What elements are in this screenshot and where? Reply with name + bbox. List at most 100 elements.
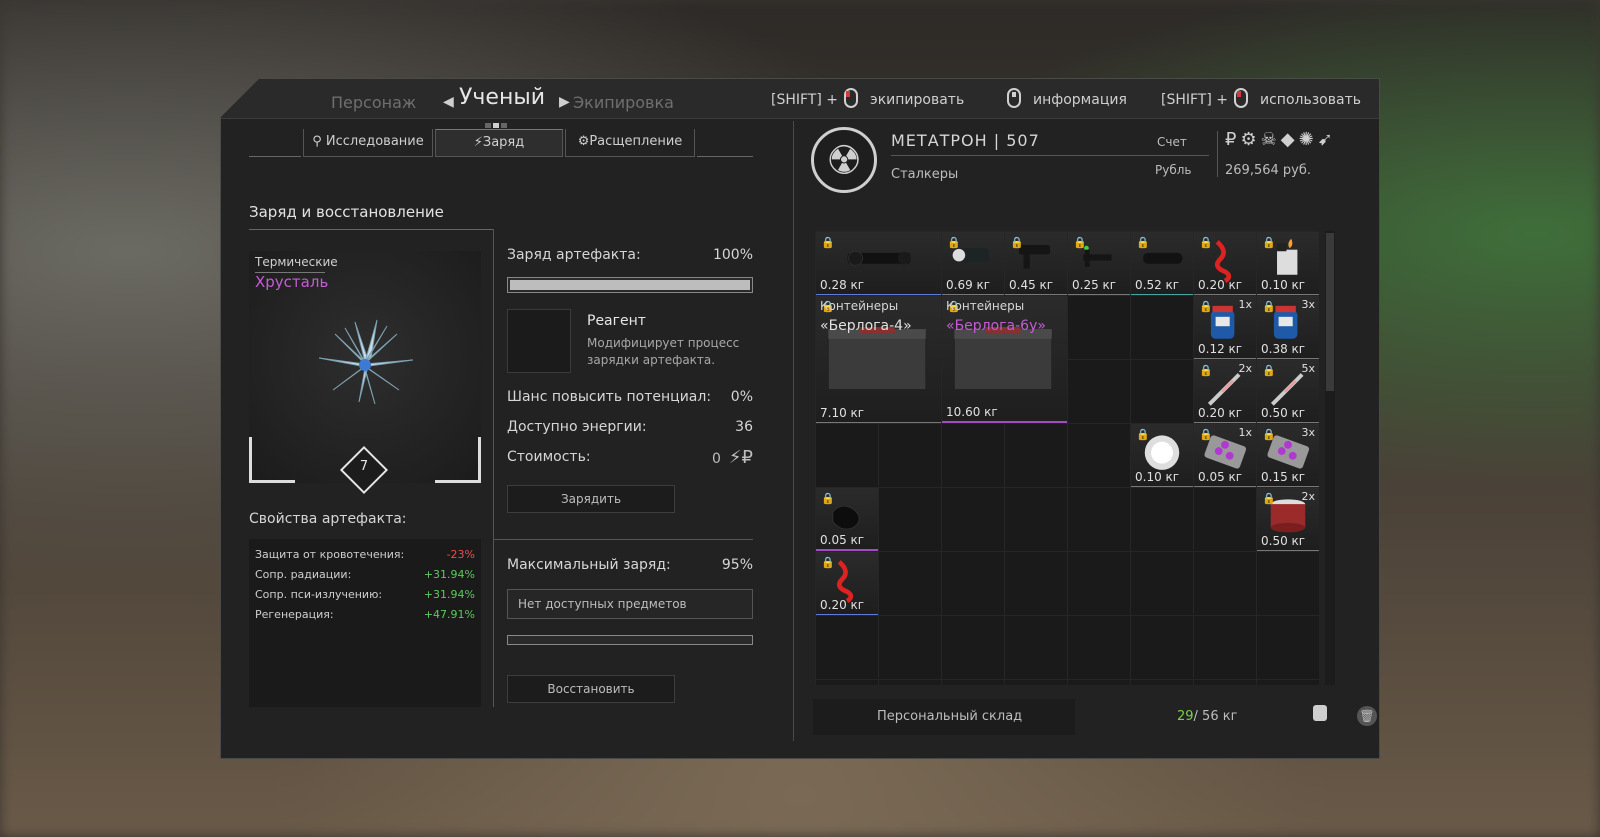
inventory-cell[interactable] [942,680,1004,685]
nav-next-link[interactable]: Экипировка [573,93,674,112]
inventory-item[interactable]: 🔒 0.10 кг [1257,232,1319,295]
artifact-slot[interactable]: Термические Хрусталь 7 [249,251,481,495]
nav-left-arrow-icon[interactable]: ◀ [443,94,454,110]
inventory-cell[interactable] [1257,616,1319,679]
scroll-thumb[interactable] [1326,233,1334,391]
top-bar: Персонаж ◀ Ученый ▶ Экипировка [SHIFT] +… [221,79,1379,128]
tab-research[interactable]: ⚲ Исследование [303,129,433,157]
inventory-cell[interactable] [1131,552,1193,615]
item-weight: 7.10 кг [820,406,865,420]
currency-icons[interactable]: ₽⚙☠◆✺➹ [1225,129,1337,150]
restore-item-select[interactable]: Нет доступных предметов [507,589,753,619]
inventory-item[interactable]: 🔒 0.10 кг [1131,424,1193,487]
lock-icon: 🔒 [1262,236,1276,249]
inventory-item[interactable]: 🔒 0.25 кг [1068,232,1130,295]
faction-logo: ☢ [811,127,877,193]
inventory-cell[interactable] [942,552,1004,615]
inventory-cell[interactable] [1194,680,1256,685]
inventory-cell[interactable] [879,680,941,685]
mouse-left-icon [1234,88,1249,108]
tab-split[interactable]: ⚙Расщепление [565,129,695,157]
inventory-cell[interactable] [1068,488,1130,551]
inventory-cell[interactable] [1131,680,1193,685]
inventory-cell[interactable] [1005,552,1067,615]
reagent-slot[interactable] [507,309,571,373]
inventory-item[interactable]: 🔒 2x 0.20 кг [1194,360,1256,423]
inventory-cell[interactable] [1005,616,1067,679]
inventory-cell[interactable] [1257,680,1319,685]
inventory-cell[interactable] [1131,296,1193,359]
inventory-scrollbar[interactable] [1325,231,1335,685]
nav-prev-link[interactable]: Персонаж [331,93,416,112]
inventory-item[interactable]: 🔒 0.20 кг [1194,232,1256,295]
ruble-icon[interactable]: ₽ [1225,129,1240,150]
inventory-item[interactable]: 🔒 0.05 кг [816,488,878,551]
atom-icon[interactable]: ✺ [1299,129,1318,150]
inventory-cell[interactable] [1068,552,1130,615]
inventory-item[interactable]: 🔒 1x 0.05 кг [1194,424,1256,487]
inventory-grid: 🔒 0.28 кг 🔒 0.69 кг 🔒 0.45 кг 🔒 0.25 кг 🔒 0.52 кг… [815,231,1319,685]
nav-right-arrow-icon[interactable]: ▶ [559,94,570,110]
chance-row: Шанс повысить потенциал: 0% [507,389,753,405]
skull-icon[interactable]: ☠ [1261,129,1281,150]
inventory-cell[interactable] [1068,616,1130,679]
inventory-cell[interactable] [1068,360,1130,423]
inventory-item[interactable]: 🔒 Контейнеры «Берлога-4» 7.10 кг [816,296,941,423]
restore-button[interactable]: Восстановить [507,675,675,703]
inventory-cell[interactable] [1131,488,1193,551]
rocket-icon[interactable]: ➹ [1318,129,1337,150]
item-name: «Берлога-6у» [946,318,1046,334]
inventory-item[interactable]: 🔒 5x 0.50 кг [1257,360,1319,423]
inventory-item[interactable]: 🔒 2x 0.50 кг [1257,488,1319,551]
inventory-cell[interactable] [1068,424,1130,487]
inventory-cell[interactable] [879,616,941,679]
inventory-item[interactable]: 🔒 3x 0.38 кг [1257,296,1319,359]
inventory-item[interactable]: 🔒 0.20 кг [816,552,878,615]
lock-icon: 🔒 [821,492,835,505]
nav-current-title: Ученый [459,85,545,110]
inventory-item[interactable]: 🔒 0.69 кг [942,232,1004,295]
inventory-cell[interactable] [1005,680,1067,685]
item-name: «Берлога-4» [820,318,912,334]
inventory-cell[interactable] [1068,296,1130,359]
inventory-cell[interactable] [1194,552,1256,615]
inventory-cell[interactable] [816,616,878,679]
item-weight: 0.05 кг [1198,470,1243,484]
trash-icon[interactable]: 🗑 [1357,706,1377,726]
item-weight: 0.28 кг [820,278,865,292]
inventory-cell[interactable] [1005,424,1067,487]
inventory-cell[interactable] [1257,552,1319,615]
player-name: МЕТАТРОН | 507 [891,131,1040,150]
inventory-item[interactable]: 🔒 Контейнеры «Берлога-6у» 10.60 кг [942,296,1067,423]
currency-label: Рубль [1155,163,1192,177]
inventory-cell[interactable] [1131,360,1193,423]
personal-stash-button[interactable]: Персональный склад [813,699,1075,735]
inventory-cell[interactable] [816,680,878,685]
item-count: 5x [1301,362,1315,375]
gear-icon: ⚙ [577,134,590,149]
inventory-cell[interactable] [1194,488,1256,551]
fish-icon[interactable]: ◆ [1281,129,1299,150]
inventory-item[interactable]: 🔒 0.52 кг [1131,232,1193,295]
inventory-cell[interactable] [879,424,941,487]
inventory-cell[interactable] [1005,488,1067,551]
inventory-item[interactable]: 🔒 0.45 кг [1005,232,1067,295]
inventory-cell[interactable] [942,616,1004,679]
inventory-cell[interactable] [1131,616,1193,679]
ruble-icon: ₽ [741,447,753,468]
inventory-item[interactable]: 🔒 3x 0.15 кг [1257,424,1319,487]
inventory-cell[interactable] [1194,616,1256,679]
inventory-cell[interactable] [942,424,1004,487]
tab-charge[interactable]: ⚡Заряд [435,129,563,157]
inventory-item[interactable]: 🔒 1x 0.12 кг [1194,296,1256,359]
inventory-cell[interactable] [816,424,878,487]
inventory-cell[interactable] [942,488,1004,551]
props-list: Защита от кровотечения: -23% Сопр. радиац… [249,539,481,707]
lock-icon: 🔒 [1136,428,1150,441]
inventory-item[interactable]: 🔒 0.28 кг [816,232,941,295]
inventory-cell[interactable] [879,552,941,615]
charge-button[interactable]: Зарядить [507,485,675,513]
inventory-cell[interactable] [879,488,941,551]
inventory-cell[interactable] [1068,680,1130,685]
gear-icon[interactable]: ⚙ [1240,129,1260,150]
